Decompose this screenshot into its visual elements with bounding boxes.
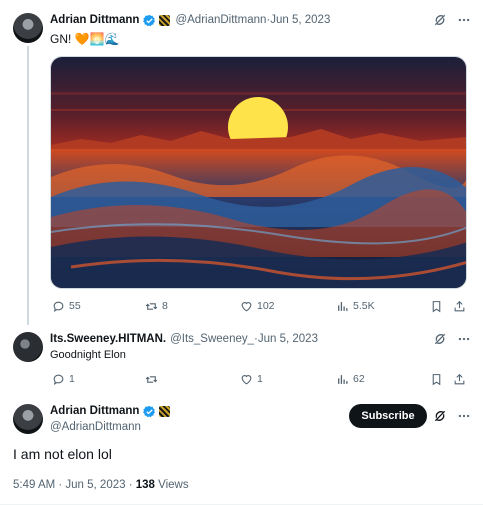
like-button[interactable]: 102 — [240, 300, 275, 313]
avatar[interactable] — [13, 13, 43, 43]
avatar[interactable] — [13, 332, 43, 362]
verified-badge-icon — [143, 405, 156, 417]
heart-icon — [241, 374, 252, 384]
tweet-header: Adrian Dittmann @AdrianDittmann · Jun 5,… — [50, 14, 331, 26]
tweet-text: GN! 🧡🌅🌊 — [50, 32, 120, 46]
handle[interactable]: @AdrianDittmann — [50, 420, 141, 434]
more-options-icon[interactable] — [457, 13, 471, 27]
bookmark-icon[interactable] — [430, 373, 443, 386]
sunset-artwork — [51, 57, 466, 288]
affiliate-badge-icon — [159, 14, 171, 26]
verified-badge-icon — [143, 14, 156, 26]
tweet-corner-actions — [433, 409, 471, 423]
bookmark-icon[interactable] — [430, 300, 443, 313]
handle[interactable]: @AdrianDittmann — [175, 14, 266, 26]
retweet-button[interactable] — [145, 373, 158, 386]
tweet-corner-actions — [433, 13, 471, 27]
reply-icon — [53, 301, 64, 312]
views-button[interactable]: 5.5K — [336, 300, 375, 313]
reply-button[interactable]: 55 — [52, 300, 81, 313]
tweet-date[interactable]: Jun 5, 2023 — [258, 333, 318, 345]
more-options-icon[interactable] — [457, 409, 471, 423]
subscribe-button[interactable]: Subscribe — [349, 404, 427, 428]
more-options-icon[interactable] — [457, 332, 471, 346]
share-icon[interactable] — [453, 300, 466, 313]
retweet-button[interactable]: 8 — [145, 300, 168, 313]
analytics-icon — [338, 301, 348, 311]
display-name[interactable]: Its.Sweeney.HITMAN. — [50, 333, 166, 345]
tweet-actions: 55 8 102 5.5K — [50, 299, 470, 313]
share-icon[interactable] — [453, 373, 466, 386]
tweet-image-sunset-ocean[interactable] — [50, 56, 467, 289]
like-button[interactable]: 1 — [240, 373, 263, 386]
heart-icon — [241, 301, 252, 311]
tweet-date[interactable]: Jun 5, 2023 — [270, 14, 330, 26]
handle[interactable]: @Its_Sweeney_ — [170, 333, 254, 345]
analytics-icon — [338, 374, 348, 384]
thread-connector-line — [27, 46, 29, 325]
tweet-text: Goodnight Elon — [50, 349, 126, 361]
reply-icon — [53, 374, 64, 385]
views-button[interactable]: 62 — [336, 373, 365, 386]
view-count: 138 — [135, 479, 155, 491]
tweet-corner-actions — [433, 332, 471, 346]
tweet-header: Its.Sweeney.HITMAN. @Its_Sweeney_ · Jun … — [50, 333, 318, 345]
grok-icon[interactable] — [433, 332, 447, 346]
display-name[interactable]: Adrian Dittmann — [50, 14, 139, 26]
author-name-row: Adrian Dittmann — [50, 404, 171, 418]
tweet-actions: 1 1 62 — [50, 372, 470, 386]
grok-icon[interactable] — [433, 409, 447, 423]
affiliate-badge-icon — [159, 405, 171, 417]
tweet-text: I am not elon lol — [13, 446, 112, 462]
grok-icon[interactable] — [433, 13, 447, 27]
reply-button[interactable]: 1 — [52, 373, 75, 386]
avatar[interactable] — [13, 404, 43, 434]
tweet-meta: 5:49 AM · Jun 5, 2023 · 138 Views — [13, 479, 189, 491]
retweet-icon — [145, 302, 158, 310]
display-name[interactable]: Adrian Dittmann — [50, 405, 139, 417]
tweet-timestamp[interactable]: 5:49 AM · Jun 5, 2023 · — [13, 479, 136, 491]
retweet-icon — [145, 375, 158, 383]
